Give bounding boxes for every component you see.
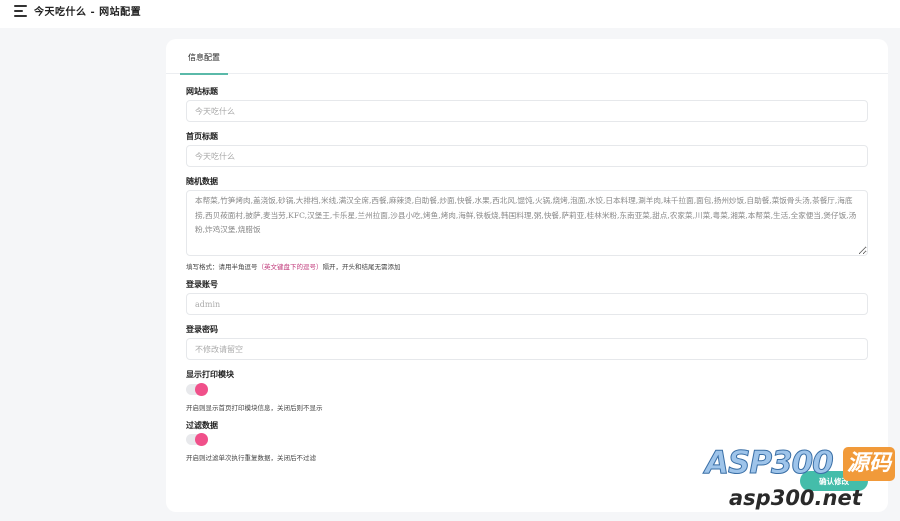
watermark: ASP300 源码 asp300.net [705,445,897,519]
site-title-label: 网站标题 [186,86,218,96]
login-account-input[interactable] [186,293,868,315]
filter-data-label: 过滤数据 [186,420,218,430]
toggle-knob [195,383,208,396]
login-account-label: 登录账号 [186,279,218,289]
random-data-textarea[interactable]: 本帮菜,竹笋烤肉,盖浇饭,砂锅,大排档,米线,满汉全席,西餐,麻辣烫,自助餐,炒… [186,190,868,256]
watermark-badge: 源码 [843,447,895,481]
filter-data-help: 开启则过滤单次执行重复数据，关闭后不过滤 [186,454,316,462]
tab-info-config[interactable]: 信息配置 [180,39,228,75]
random-data-help: 填写格式：请用半角逗号（英文键盘下的逗号）隔开，开头和结尾无需添加 [186,263,401,271]
home-title-label: 首页标题 [186,131,218,141]
home-title-input[interactable] [186,145,868,167]
login-password-input[interactable] [186,338,868,360]
show-print-label: 显示打印模块 [186,369,234,379]
top-bar: 今天吃什么 - 网站配置 [0,0,900,28]
login-password-label: 登录密码 [186,324,218,334]
show-print-toggle[interactable] [186,383,208,396]
watermark-domain: asp300.net [729,486,862,510]
tab-bar: 信息配置 [166,39,888,75]
watermark-logo: ASP300 [705,445,835,482]
app-title: 今天吃什么 - 网站配置 [34,7,142,18]
random-data-label: 随机数据 [186,176,218,186]
config-card: 信息配置 网站标题 首页标题 随机数据 本帮菜,竹笋烤肉,盖浇饭,砂锅,大排档,… [166,39,888,512]
menu-icon[interactable] [14,5,28,17]
show-print-help: 开启则显示首页打印模块信息，关闭后则不显示 [186,404,323,412]
help-highlight: （英文键盘下的逗号） [257,263,323,271]
site-title-input[interactable] [186,100,868,122]
toggle-knob [195,433,208,446]
filter-data-toggle[interactable] [186,433,208,446]
